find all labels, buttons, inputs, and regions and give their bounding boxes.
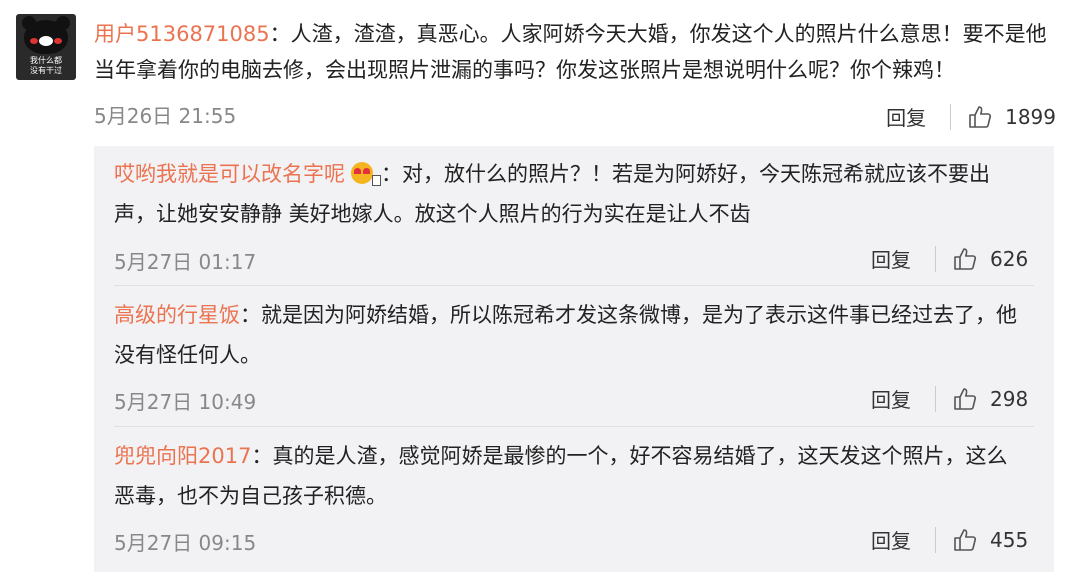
like-count: 1899 xyxy=(1005,104,1056,129)
action-divider xyxy=(935,245,936,272)
like-count: 626 xyxy=(990,246,1029,271)
reply-item: 哎哟我就是可以改名字呢 ：对，放什么的照片？！若是为阿娇好，今天陈冠希就应该不要出… xyxy=(94,146,1054,286)
like-count: 298 xyxy=(990,386,1029,411)
reply-timestamp: 5月27日 01:17 xyxy=(114,250,257,274)
reply-separator: ： xyxy=(240,303,261,327)
reply-timestamp: 5月27日 09:15 xyxy=(114,531,257,555)
comment-timestamp: 5月26日 21:55 xyxy=(94,104,237,128)
action-divider xyxy=(935,526,936,553)
thumbs-up-icon[interactable] xyxy=(967,104,993,130)
reply-button[interactable]: 回复 xyxy=(876,102,936,131)
reply-button[interactable]: 回复 xyxy=(861,244,921,273)
main-comment: 我什么都 没有干过 用户5136871085：人渣，渣渣，真恶心。人家阿娇今天大… xyxy=(0,0,1080,140)
reply-username[interactable]: 高级的行星饭 xyxy=(114,303,240,327)
comment-username[interactable]: 用户5136871085 xyxy=(94,22,270,46)
reply-body: 高级的行星饭：就是因为阿娇结婚，所以陈冠希才发这条微博，是为了表示这件事已经过去… xyxy=(114,295,1024,375)
reply-body: 哎哟我就是可以改名字呢 ：对，放什么的照片？！若是为阿娇好，今天陈冠希就应该不要出… xyxy=(114,154,1024,234)
replies-panel: 哎哟我就是可以改名字呢 ：对，放什么的照片？！若是为阿娇好，今天陈冠希就应该不要出… xyxy=(94,146,1054,572)
comment-body: 用户5136871085：人渣，渣渣，真恶心。人家阿娇今天大婚，你发这个人的照片… xyxy=(94,16,1054,88)
thumbs-up-icon[interactable] xyxy=(952,386,978,412)
avatar-bear-muzzle xyxy=(39,36,53,46)
emoji-badge-icon xyxy=(372,175,381,186)
reply-actions: 回复 455 xyxy=(861,525,1034,554)
heart-eyes-emoji-icon xyxy=(351,162,381,186)
action-divider xyxy=(950,103,952,130)
comment-thread: 我什么都 没有干过 用户5136871085：人渣，渣渣，真恶心。人家阿娇今天大… xyxy=(0,0,1080,572)
reply-username[interactable]: 兜兜向阳2017 xyxy=(114,444,251,468)
like-count: 455 xyxy=(990,527,1029,552)
reply-actions: 回复 298 xyxy=(861,384,1034,413)
thumbs-up-icon[interactable] xyxy=(952,527,978,553)
reply-separator: ： xyxy=(251,444,273,468)
avatar-bear-cheek xyxy=(30,38,38,44)
comment-separator: ： xyxy=(269,22,291,46)
reply-item: 兜兜向阳2017：真的是人渣，感觉阿娇是最惨的一个，好不容易结婚了，这天发这个照… xyxy=(94,427,1054,572)
action-divider xyxy=(935,385,936,412)
comment-actions: 回复 1899 xyxy=(876,102,1056,131)
reply-body: 兜兜向阳2017：真的是人渣，感觉阿娇是最惨的一个，好不容易结婚了，这天发这个照… xyxy=(114,436,1024,516)
thumbs-up-icon[interactable] xyxy=(952,246,978,272)
avatar-caption: 我什么都 没有干过 xyxy=(30,56,62,75)
reply-username[interactable]: 哎哟我就是可以改名字呢 xyxy=(114,162,345,186)
avatar-bear-cheek xyxy=(54,38,62,44)
reply-separator: ： xyxy=(381,162,402,186)
reply-timestamp: 5月27日 10:49 xyxy=(114,390,257,414)
reply-button[interactable]: 回复 xyxy=(861,384,921,413)
reply-actions: 回复 626 xyxy=(861,244,1034,273)
reply-item: 高级的行星饭：就是因为阿娇结婚，所以陈冠希才发这条微博，是为了表示这件事已经过去… xyxy=(94,286,1054,427)
reply-button[interactable]: 回复 xyxy=(861,525,921,554)
avatar[interactable]: 我什么都 没有干过 xyxy=(16,14,76,80)
